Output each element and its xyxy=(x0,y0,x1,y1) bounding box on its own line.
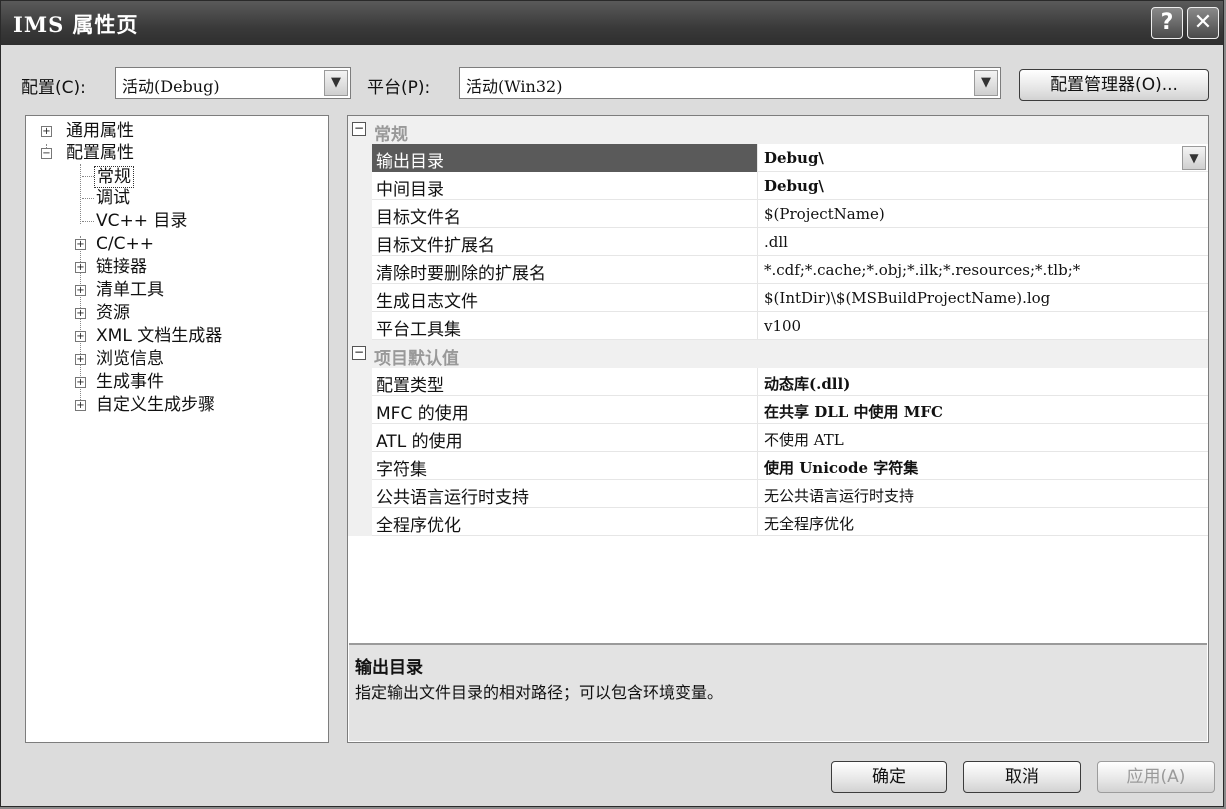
category-label: 常规 xyxy=(374,125,408,145)
property-name: 清除时要删除的扩展名 xyxy=(376,264,546,284)
property-value[interactable]: 动态库(.dll) xyxy=(764,373,850,394)
property-value[interactable]: 不使用 ATL xyxy=(764,429,844,450)
expand-icon[interactable]: + xyxy=(41,126,52,137)
title-bar[interactable]: IMS 属性页 ? ✕ xyxy=(1,1,1223,45)
tree-node-manifest[interactable]: 清单工具 xyxy=(96,280,164,300)
tree-node-common[interactable]: 通用属性 xyxy=(66,121,134,141)
property-name: 公共语言运行时支持 xyxy=(376,488,529,508)
expand-icon[interactable]: + xyxy=(75,285,86,296)
tree-node-vc-dirs[interactable]: VC++ 目录 xyxy=(96,211,187,231)
property-row[interactable]: 清除时要删除的扩展名 *.cdf;*.cache;*.obj;*.ilk;*.r… xyxy=(372,256,1208,284)
collapse-icon[interactable]: − xyxy=(41,148,52,159)
tree-node-config[interactable]: 配置属性 xyxy=(66,143,134,163)
property-value[interactable]: Debug\ xyxy=(764,177,824,195)
property-row[interactable]: 平台工具集 v100 xyxy=(372,312,1208,340)
property-name: ATL 的使用 xyxy=(376,432,463,452)
property-value[interactable]: .dll xyxy=(764,233,788,251)
property-name: MFC 的使用 xyxy=(376,404,469,424)
category-project-defaults[interactable]: − 项目默认值 xyxy=(348,340,1208,369)
tree-node-linker[interactable]: 链接器 xyxy=(96,257,147,277)
property-row[interactable]: MFC 的使用 在共享 DLL 中使用 MFC xyxy=(372,396,1208,424)
description-text: 指定输出文件目录的相对路径；可以包含环境变量。 xyxy=(355,683,724,702)
property-name: 字符集 xyxy=(376,460,427,480)
chevron-down-icon[interactable]: ▼ xyxy=(324,70,348,96)
expand-icon[interactable]: + xyxy=(75,262,86,273)
property-row[interactable]: 公共语言运行时支持 无公共语言运行时支持 xyxy=(372,480,1208,508)
property-row[interactable]: 目标文件扩展名 .dll xyxy=(372,228,1208,256)
property-row[interactable]: 输出目录 Debug\ ▼ xyxy=(372,144,1208,172)
property-value[interactable]: v100 xyxy=(764,317,801,335)
expand-icon[interactable]: + xyxy=(75,308,86,319)
expand-icon[interactable]: + xyxy=(75,377,86,388)
tree-node-build-events[interactable]: 生成事件 xyxy=(96,372,164,392)
property-row[interactable]: 字符集 使用 Unicode 字符集 xyxy=(372,452,1208,480)
platform-value: 活动(Win32) xyxy=(466,77,563,96)
chevron-down-icon[interactable]: ▼ xyxy=(974,70,998,96)
tree-node-debugging[interactable]: 调试 xyxy=(96,188,130,208)
ok-button[interactable]: 确定 xyxy=(831,761,947,793)
property-row[interactable]: 配置类型 动态库(.dll) xyxy=(372,368,1208,396)
property-name: 全程序优化 xyxy=(376,516,461,536)
tree-node-xml-doc[interactable]: XML 文档生成器 xyxy=(96,326,222,346)
tree-node-general[interactable]: 常规 xyxy=(94,166,134,188)
tree-node-custom-build[interactable]: 自定义生成步骤 xyxy=(96,395,215,415)
config-value: 活动(Debug) xyxy=(122,77,220,96)
close-button[interactable]: ✕ xyxy=(1187,7,1219,39)
expand-icon[interactable]: + xyxy=(75,400,86,411)
property-row[interactable]: 中间目录 Debug\ xyxy=(372,172,1208,200)
description-title: 输出目录 xyxy=(355,658,423,678)
property-tree: + 通用属性 − 配置属性 常规 调试 VC++ 目录 + C/C++ + 链接… xyxy=(25,115,329,743)
property-value[interactable]: 无公共语言运行时支持 xyxy=(764,485,914,506)
property-row[interactable]: 全程序优化 无全程序优化 xyxy=(372,508,1208,536)
collapse-icon[interactable]: − xyxy=(352,122,366,136)
property-value[interactable]: $(ProjectName) xyxy=(764,205,885,223)
chevron-down-icon[interactable]: ▼ xyxy=(1182,146,1206,170)
property-row[interactable]: 目标文件名 $(ProjectName) xyxy=(372,200,1208,228)
platform-label: 平台(P): xyxy=(367,78,431,98)
description-panel: 输出目录 指定输出文件目录的相对路径；可以包含环境变量。 xyxy=(349,643,1207,741)
config-combo[interactable]: 活动(Debug) ▼ xyxy=(115,67,351,99)
property-value[interactable]: 在共享 DLL 中使用 MFC xyxy=(764,401,943,422)
expand-icon[interactable]: + xyxy=(75,354,86,365)
property-value[interactable]: *.cdf;*.cache;*.obj;*.ilk;*.resources;*.… xyxy=(764,261,1080,279)
tree-node-cpp[interactable]: C/C++ xyxy=(96,234,154,254)
property-row[interactable]: ATL 的使用 不使用 ATL xyxy=(372,424,1208,452)
property-name: 平台工具集 xyxy=(376,320,461,340)
property-name: 目标文件扩展名 xyxy=(376,236,495,256)
window-title: IMS 属性页 xyxy=(13,12,139,37)
properties-dialog: IMS 属性页 ? ✕ 配置(C): 活动(Debug) ▼ 平台(P): 活动… xyxy=(0,0,1224,807)
expand-icon[interactable]: + xyxy=(75,239,86,250)
property-row[interactable]: 生成日志文件 $(IntDir)\$(MSBuildProjectName).l… xyxy=(372,284,1208,312)
property-name: 目标文件名 xyxy=(376,208,461,228)
apply-button[interactable]: 应用(A) xyxy=(1097,761,1215,793)
property-value[interactable]: 无全程序优化 xyxy=(764,513,854,534)
expand-icon[interactable]: + xyxy=(75,331,86,342)
help-button[interactable]: ? xyxy=(1151,7,1183,39)
property-name: 生成日志文件 xyxy=(376,292,478,312)
property-name: 中间目录 xyxy=(376,180,444,200)
property-value[interactable]: Debug\ xyxy=(764,149,824,167)
property-value[interactable]: 使用 Unicode 字符集 xyxy=(764,457,918,478)
config-manager-button[interactable]: 配置管理器(O)... xyxy=(1019,69,1209,101)
tree-node-browse[interactable]: 浏览信息 xyxy=(96,349,164,369)
property-value[interactable]: $(IntDir)\$(MSBuildProjectName).log xyxy=(764,289,1050,307)
platform-combo[interactable]: 活动(Win32) ▼ xyxy=(459,67,1001,99)
category-general[interactable]: − 常规 xyxy=(348,116,1208,145)
property-name: 输出目录 xyxy=(376,152,444,172)
category-label: 项目默认值 xyxy=(374,349,459,369)
collapse-icon[interactable]: − xyxy=(352,346,366,360)
config-label: 配置(C): xyxy=(21,78,86,98)
property-name: 配置类型 xyxy=(376,376,444,396)
cancel-button[interactable]: 取消 xyxy=(963,761,1081,793)
tree-node-resources[interactable]: 资源 xyxy=(96,303,130,323)
